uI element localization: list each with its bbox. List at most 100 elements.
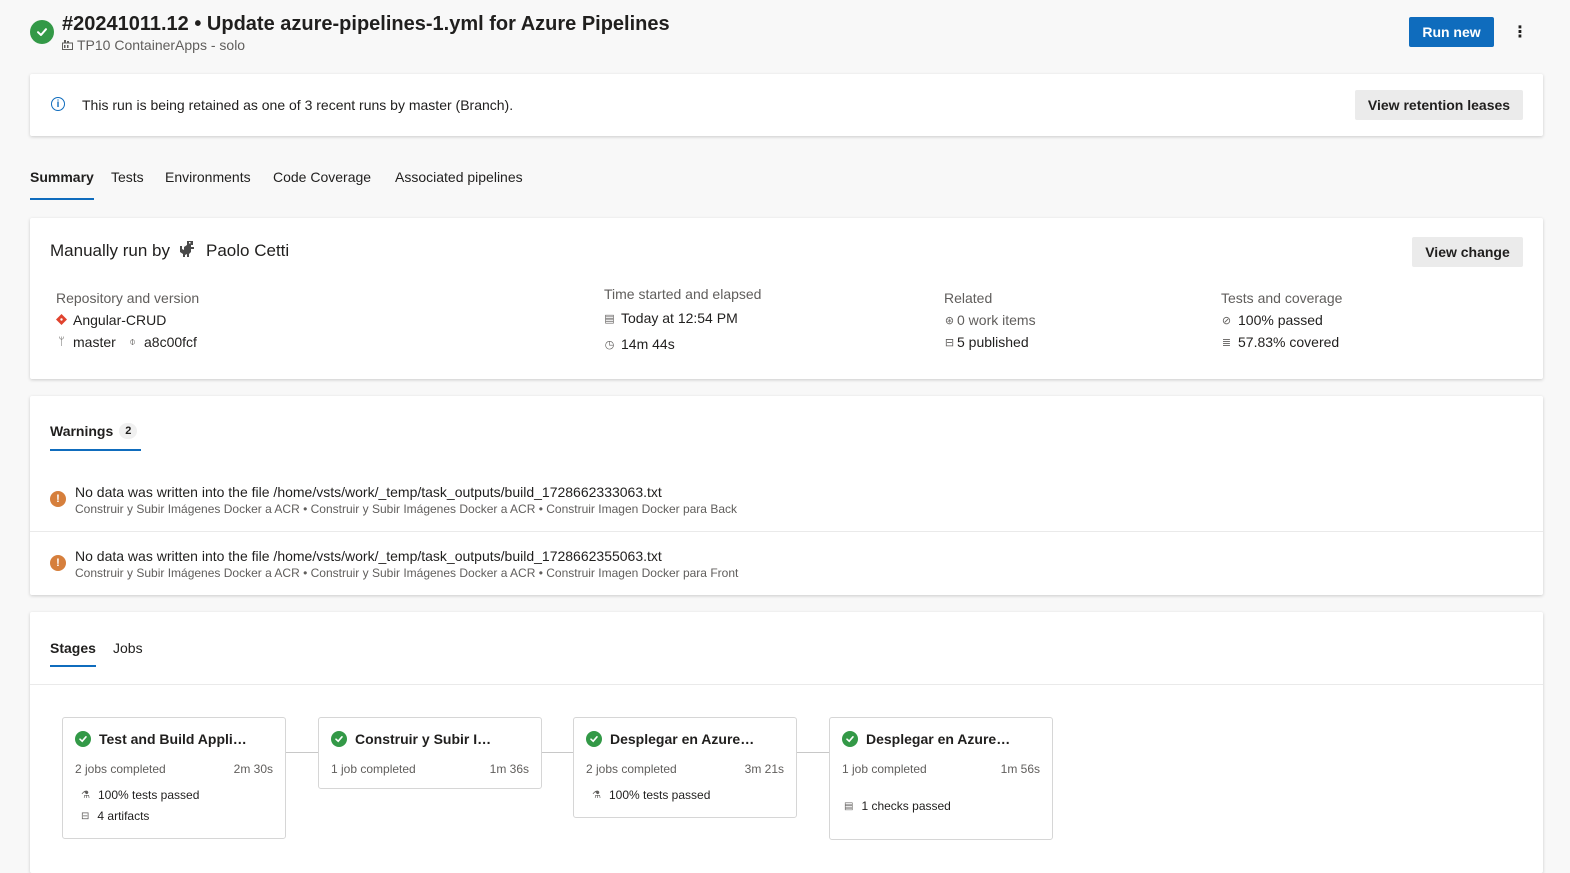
- coverage-value: 57.83% covered: [1238, 334, 1340, 350]
- repository-name: Angular-CRUD: [73, 312, 167, 328]
- stage-tests[interactable]: ⚗ 100% tests passed: [592, 788, 710, 802]
- warning-path: Construir y Subir Imágenes Docker a ACR …: [75, 566, 739, 580]
- stage-duration: 2m 30s: [233, 762, 273, 776]
- stage-success-icon: [842, 731, 858, 747]
- tab-associated-pipelines[interactable]: Associated pipelines: [395, 169, 523, 185]
- stage-success-icon: [586, 731, 602, 747]
- stage-name: Construir y Subir I…: [355, 731, 492, 747]
- stage-jobs: 1 job completed: [331, 762, 416, 776]
- elapsed-value: 14m 44s: [621, 336, 675, 352]
- beaker-icon: ⚗: [81, 789, 90, 801]
- tests-coverage-label: Tests and coverage: [1221, 290, 1343, 306]
- stage-jobs: 1 job completed: [842, 762, 927, 776]
- stage-artifacts-value: 4 artifacts: [97, 809, 150, 823]
- branch-icon: ᛘ: [58, 336, 65, 348]
- tab-jobs[interactable]: Jobs: [113, 640, 143, 656]
- warning-icon: !: [50, 491, 66, 507]
- warning-divider: [30, 531, 1543, 532]
- stage-checks-value: 1 checks passed: [861, 799, 951, 813]
- more-actions-icon[interactable]: ⋮: [1508, 20, 1532, 44]
- user-avatar-icon: [178, 239, 198, 262]
- stages-divider: [30, 684, 1543, 685]
- view-change-button[interactable]: View change: [1412, 237, 1523, 267]
- pipeline-icon: [62, 37, 73, 53]
- stage-success-icon: [75, 731, 91, 747]
- time-label: Time started and elapsed: [604, 286, 762, 302]
- tab-stages[interactable]: Stages: [50, 640, 96, 656]
- stage-checks[interactable]: ▤ 1 checks passed: [844, 799, 951, 813]
- repository-link[interactable]: Angular-CRUD: [55, 312, 167, 328]
- view-retention-leases-button[interactable]: View retention leases: [1355, 90, 1523, 120]
- artifact-icon: ⊟: [944, 336, 955, 349]
- stage-artifacts[interactable]: ⊟ 4 artifacts: [81, 809, 149, 823]
- run-success-icon: [30, 20, 54, 44]
- stage-tests[interactable]: ⚗ 100% tests passed: [81, 788, 199, 802]
- stages-tab-indicator: [50, 665, 96, 667]
- tab-environments[interactable]: Environments: [165, 169, 251, 185]
- stage-duration: 1m 36s: [489, 762, 529, 776]
- commit-icon: ⌽: [129, 335, 136, 348]
- info-icon: i: [51, 97, 65, 111]
- stage-jobs: 2 jobs completed: [75, 762, 166, 776]
- artifact-icon: ⊟: [81, 810, 90, 822]
- published-artifacts[interactable]: ⊟ 5 published: [944, 334, 1029, 350]
- stage-name: Desplegar en Azure…: [610, 731, 755, 747]
- active-tab-indicator: [30, 198, 94, 200]
- user-name[interactable]: Paolo Cetti: [206, 241, 289, 261]
- code-coverage[interactable]: ≣ 57.83% covered: [1221, 334, 1339, 350]
- published-value: 5 published: [957, 334, 1029, 350]
- run-new-button[interactable]: Run new: [1409, 17, 1494, 47]
- work-items-value: 0 work items: [957, 312, 1036, 328]
- commit-link[interactable]: ⌽ a8c00fcf: [127, 334, 197, 350]
- retention-message: This run is being retained as one of 3 r…: [82, 97, 514, 113]
- stage-connector: [286, 752, 318, 753]
- warning-message[interactable]: No data was written into the file /home/…: [75, 548, 662, 564]
- test-pass-icon: ⊘: [1221, 314, 1232, 327]
- pipeline-link[interactable]: TP10 ContainerApps - solo: [62, 37, 245, 53]
- stage-connector: [542, 752, 574, 753]
- repository-label: Repository and version: [56, 290, 200, 306]
- tab-summary[interactable]: Summary: [30, 169, 94, 185]
- stage-card[interactable]: Construir y Subir I… 1 job completed 1m …: [318, 717, 542, 789]
- started-time: ▤ Today at 12:54 PM: [604, 310, 738, 326]
- warnings-tab-label: Warnings: [50, 423, 114, 439]
- branch-name: master: [73, 334, 116, 350]
- pipeline-name: TP10 ContainerApps - solo: [77, 37, 246, 53]
- tab-warnings[interactable]: Warnings 2: [50, 423, 138, 439]
- warning-icon: !: [50, 555, 66, 571]
- work-item-icon: ⊛: [944, 314, 955, 327]
- warning-message[interactable]: No data was written into the file /home/…: [75, 484, 662, 500]
- stage-tests-value: 100% tests passed: [608, 788, 711, 802]
- git-repo-icon: [55, 312, 68, 328]
- stage-tests-value: 100% tests passed: [97, 788, 200, 802]
- coverage-icon: ≣: [1221, 336, 1232, 349]
- stage-card[interactable]: Desplegar en Azure… 1 job completed 1m 5…: [829, 717, 1053, 840]
- warning-path: Construir y Subir Imágenes Docker a ACR …: [75, 502, 737, 516]
- checklist-icon: ▤: [844, 800, 854, 812]
- run-by: Manually run by Paolo Cetti: [50, 239, 289, 262]
- tests-passed[interactable]: ⊘ 100% passed: [1221, 312, 1323, 328]
- tab-tests[interactable]: Tests: [111, 169, 144, 185]
- tests-passed-value: 100% passed: [1238, 312, 1323, 328]
- stage-card[interactable]: Desplegar en Azure… 2 jobs completed 3m …: [573, 717, 797, 818]
- stage-name: Desplegar en Azure…: [866, 731, 1011, 747]
- stage-jobs: 2 jobs completed: [586, 762, 677, 776]
- clock-icon: ◷: [604, 338, 615, 351]
- run-by-prefix: Manually run by: [50, 240, 171, 260]
- stage-duration: 1m 56s: [1000, 762, 1040, 776]
- calendar-icon: ▤: [604, 312, 615, 325]
- stage-card[interactable]: Test and Build Appli… 2 jobs completed 2…: [62, 717, 286, 839]
- beaker-icon: ⚗: [592, 789, 601, 801]
- warnings-count-badge: 2: [119, 423, 138, 439]
- elapsed-time: ◷ 14m 44s: [604, 336, 675, 352]
- stage-name: Test and Build Appli…: [99, 731, 247, 747]
- stage-duration: 3m 21s: [744, 762, 784, 776]
- started-value: Today at 12:54 PM: [621, 310, 738, 326]
- page-title: #20241011.12 • Update azure-pipelines-1.…: [62, 13, 670, 35]
- work-items: ⊛ 0 work items: [944, 312, 1036, 328]
- commit-id: a8c00fcf: [144, 334, 197, 350]
- tab-code-coverage[interactable]: Code Coverage: [273, 169, 371, 185]
- related-label: Related: [944, 290, 993, 306]
- stage-connector: [797, 752, 829, 753]
- branch-link[interactable]: ᛘ master: [56, 334, 116, 350]
